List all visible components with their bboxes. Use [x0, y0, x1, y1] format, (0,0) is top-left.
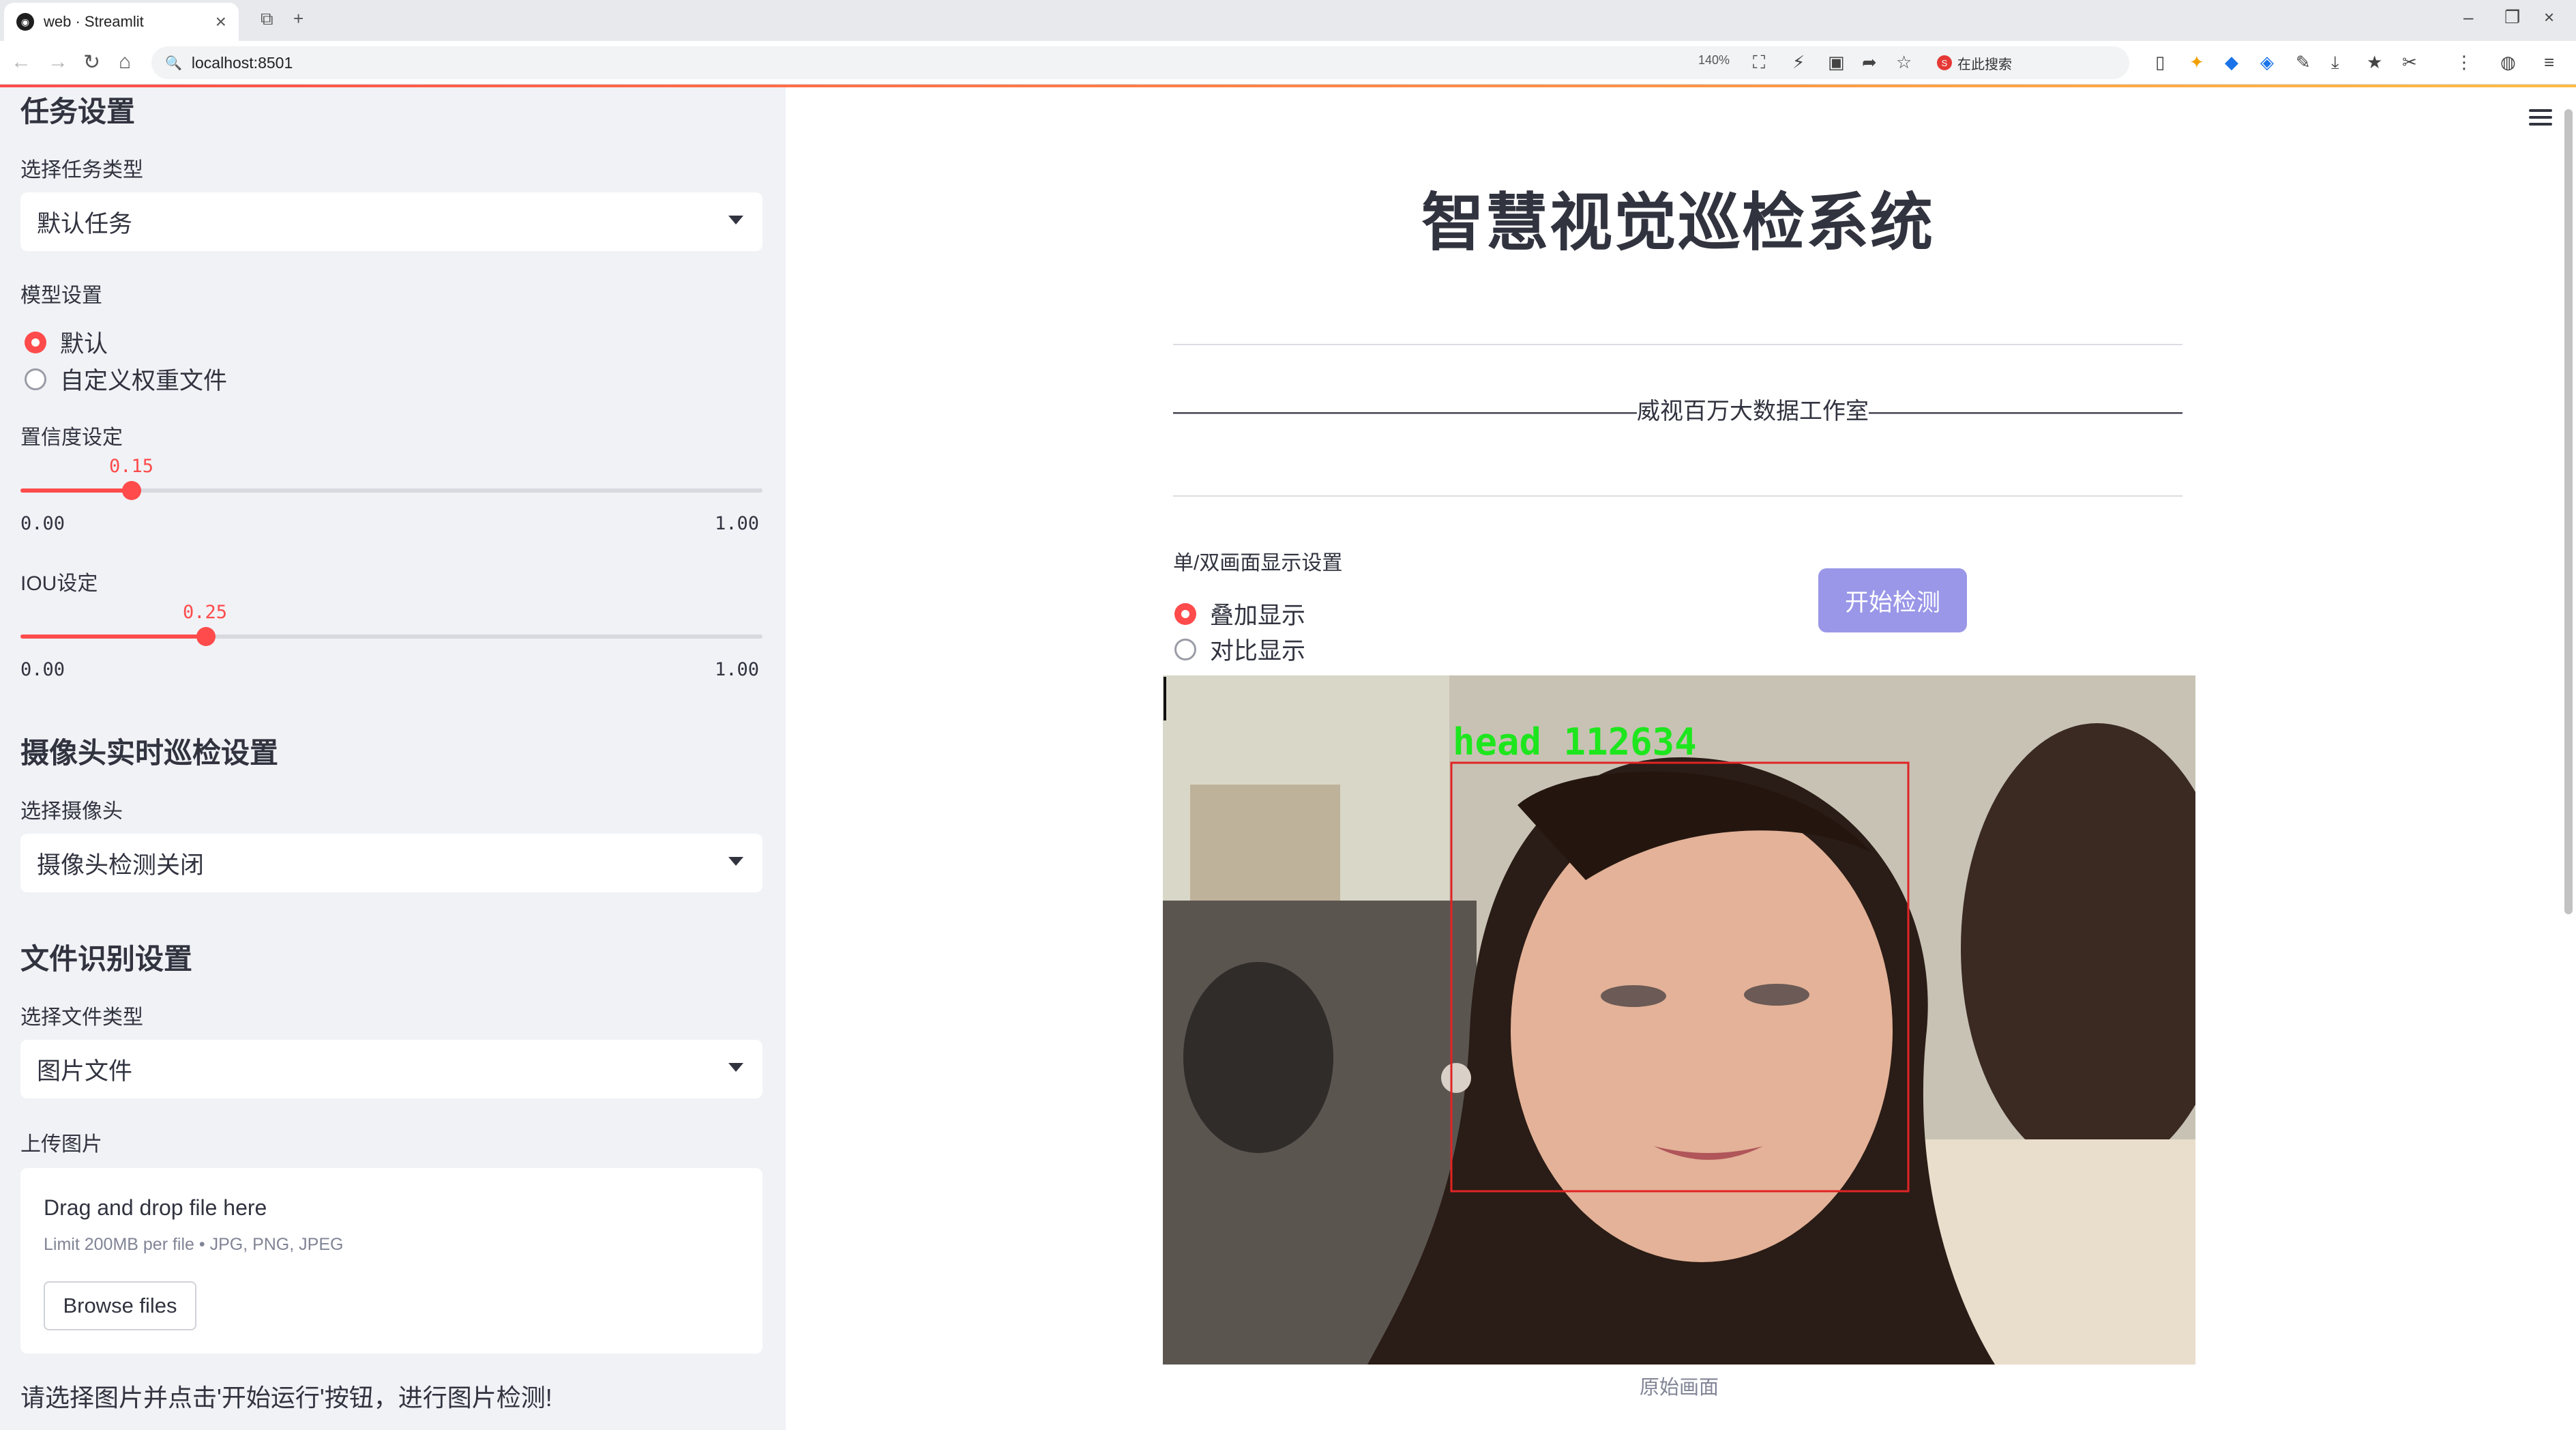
iou-min: 0.00	[20, 659, 65, 680]
chevron-down-icon	[728, 1063, 743, 1072]
model-option-default[interactable]: 默认	[25, 325, 108, 360]
browse-files-button[interactable]: Browse files	[44, 1281, 196, 1330]
cut-icon[interactable]: ✂	[2402, 52, 2417, 73]
file-type-label: 选择文件类型	[20, 1006, 143, 1029]
browser-tab[interactable]: ◉ web · Streamlit ×	[4, 3, 239, 41]
model-option-label: 默认	[60, 331, 108, 358]
forward-icon[interactable]: →	[48, 50, 68, 74]
hamburger-menu-icon[interactable]	[2529, 109, 2552, 130]
confidence-value: 0.15	[109, 456, 154, 477]
translate-icon[interactable]: ⛶	[1753, 52, 1765, 74]
confidence-label: 置信度设定	[20, 426, 123, 449]
new-tab-icon[interactable]: +	[293, 8, 304, 29]
browser-menu-icon[interactable]: ≡	[2544, 52, 2554, 73]
search-placeholder: 在此搜索	[1957, 57, 2012, 72]
upload-hint: 请选择图片并点击'开始运行'按钮，进行图片检测!	[20, 1384, 552, 1412]
task-type-label: 选择任务类型	[20, 159, 143, 181]
bookmark-star-icon[interactable]: ☆	[1896, 52, 1912, 73]
search-icon: 🔍	[165, 55, 182, 71]
display-option-compare[interactable]: 对比显示	[1174, 632, 1305, 667]
task-type-value: 默认任务	[37, 210, 133, 237]
camera-settings-heading: 摄像头实时巡检设置	[20, 737, 279, 769]
streamlit-favicon-icon: ◉	[16, 13, 34, 31]
window-close-icon[interactable]: ×	[2544, 7, 2554, 28]
model-settings-label: 模型设置	[20, 284, 102, 307]
task-settings-heading: 任务设置	[20, 96, 136, 128]
divider	[1173, 495, 2182, 497]
upload-label: 上传图片	[20, 1133, 102, 1156]
tab-close-icon[interactable]: ×	[216, 11, 226, 33]
upload-drop-text: Drag and drop file here	[44, 1195, 267, 1220]
tab-group-icon[interactable]: ⧉	[261, 8, 273, 30]
confidence-slider-fill	[20, 488, 132, 493]
display-option-overlay[interactable]: 叠加显示	[1174, 596, 1305, 631]
browser-tab-bar: ◉ web · Streamlit × ⧉ + – ❐ ×	[0, 0, 2576, 41]
detection-overlay: head 112634	[1450, 720, 1910, 1193]
model-option-label: 自定义权重文件	[60, 368, 228, 394]
upload-limit-text: Limit 200MB per file • JPG, PNG, JPEG	[44, 1235, 344, 1254]
model-option-custom[interactable]: 自定义权重文件	[25, 362, 227, 396]
profile-avatar-icon[interactable]: ◍	[2500, 52, 2516, 73]
iou-slider-thumb[interactable]	[196, 627, 216, 646]
file-uploader-dropzone[interactable]: Drag and drop file here Limit 200MB per …	[20, 1168, 763, 1354]
download-icon[interactable]: ⤓	[2331, 52, 2339, 74]
display-mode-label: 单/双画面显示设置	[1173, 552, 1343, 574]
start-detect-button[interactable]: 开始检测	[1818, 568, 1967, 632]
iou-value: 0.25	[183, 602, 228, 623]
page-title: 智慧视觉巡检系统	[1421, 188, 1934, 258]
zoom-level[interactable]: 140%	[1698, 53, 1730, 68]
home-icon[interactable]: ⌂	[119, 50, 131, 74]
extension-icon[interactable]: ✦	[2189, 52, 2204, 73]
radio-unselected-icon[interactable]	[25, 368, 46, 390]
radio-unselected-icon[interactable]	[1174, 638, 1196, 660]
chevron-down-icon	[728, 857, 743, 866]
url-text: localhost:8501	[191, 53, 293, 72]
confidence-max: 1.00	[715, 513, 760, 534]
camera-select[interactable]: 摄像头检测关闭	[20, 834, 763, 892]
chevron-down-icon	[728, 216, 743, 224]
divider	[1173, 344, 2182, 345]
main-scrollbar[interactable]	[2564, 109, 2573, 914]
camera-value: 摄像头检测关闭	[37, 851, 205, 879]
favorites-icon[interactable]: ★	[2367, 52, 2382, 73]
browser-search-box[interactable]: S 在此搜索	[1937, 49, 2135, 76]
extension-2-icon[interactable]: ◆	[2225, 52, 2238, 73]
browser-toolbar: ← → ↻ ⌂ 🔍 localhost:8501 140% ⛶ ⚡ ▣ ➦ ☆ …	[0, 41, 2576, 85]
file-settings-heading: 文件识别设置	[20, 943, 193, 975]
back-icon[interactable]: ←	[11, 50, 31, 74]
file-type-select[interactable]: 图片文件	[20, 1040, 763, 1098]
detection-bounding-box	[1450, 761, 1910, 1193]
file-type-value: 图片文件	[37, 1057, 133, 1085]
minimize-icon[interactable]: –	[2463, 7, 2473, 28]
tab-title: web · Streamlit	[44, 13, 144, 30]
search-engine-icon: S	[1937, 55, 1952, 70]
mobile-icon[interactable]: ▯	[2155, 52, 2165, 73]
studio-subline: ————————————————————威视百万大数据工作室——————————…	[1173, 398, 2182, 424]
display-option-label: 对比显示	[1210, 638, 1306, 665]
detection-image: head 112634	[1163, 675, 2195, 1365]
radio-selected-icon[interactable]	[1174, 602, 1196, 625]
iou-label: IOU设定	[20, 572, 98, 595]
confidence-slider-thumb[interactable]	[122, 481, 142, 500]
radio-selected-icon[interactable]	[25, 331, 46, 353]
text-cursor	[1164, 677, 1166, 720]
iou-max: 1.00	[715, 659, 760, 680]
restore-icon[interactable]: ❐	[2504, 7, 2520, 28]
task-type-select[interactable]: 默认任务	[20, 192, 763, 251]
lightning-icon[interactable]: ⚡	[1792, 52, 1805, 73]
camera-label: 选择摄像头	[20, 800, 123, 823]
iou-slider[interactable]	[20, 627, 763, 646]
menu-dots-icon[interactable]: ⋮	[2455, 52, 2473, 73]
confidence-min: 0.00	[20, 513, 65, 534]
iou-slider-fill	[20, 634, 206, 639]
extension-3-icon[interactable]: ◈	[2260, 52, 2274, 73]
detection-label: head 112634	[1453, 720, 1697, 763]
image-caption: 原始画面	[1639, 1377, 1719, 1399]
extension-4-icon[interactable]: ✎	[2296, 52, 2311, 73]
share-icon[interactable]: ➦	[1862, 52, 1877, 73]
screenshot-icon[interactable]: ▣	[1828, 52, 1845, 73]
reload-icon[interactable]: ↻	[83, 50, 100, 74]
confidence-slider[interactable]	[20, 481, 763, 500]
display-option-label: 叠加显示	[1210, 602, 1306, 629]
